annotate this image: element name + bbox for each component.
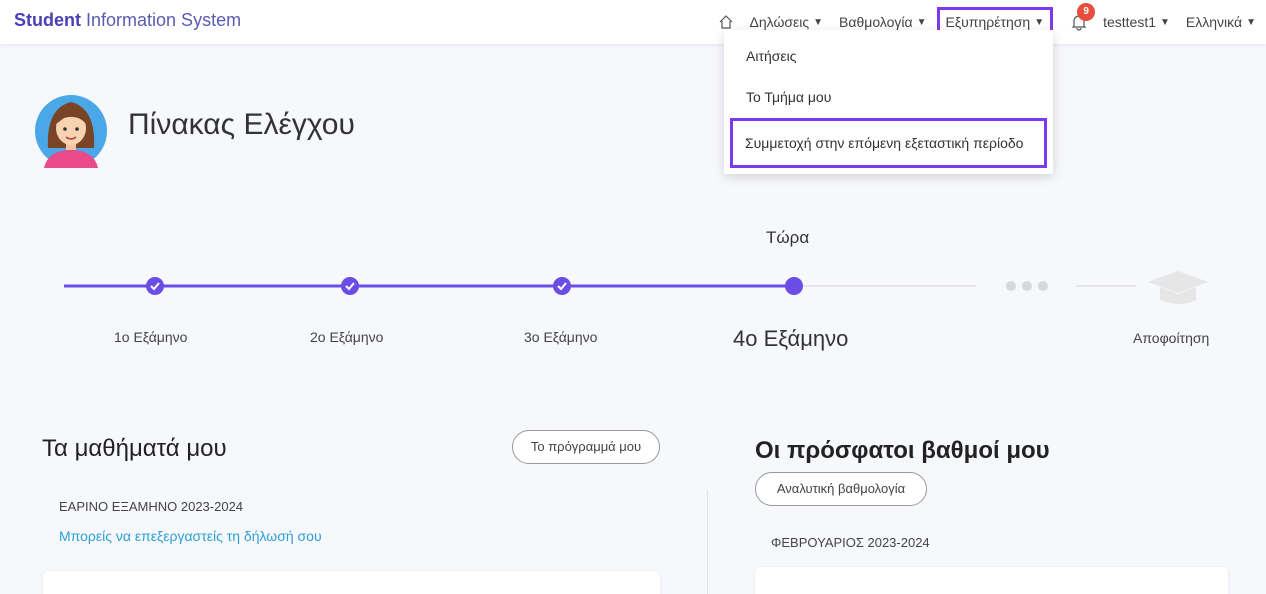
dropdown-item-applications[interactable]: Αιτήσεις — [724, 36, 1053, 77]
page-title: Πίνακας Ελέγχου — [128, 108, 355, 141]
grades-period: ΦΕΒΡΟΥΑΡΙΟΣ 2023-2024 — [771, 535, 930, 550]
brand-logo[interactable]: Student Information System — [14, 10, 241, 31]
user-name: testtest1 — [1103, 14, 1157, 30]
chevron-down-icon: ▼ — [813, 16, 824, 28]
notifications-button[interactable]: 9 — [1071, 3, 1096, 31]
graduation-label: Αποφοίτηση — [1133, 330, 1210, 346]
semester-label-4: 4ο Εξάμηνο — [733, 326, 849, 351]
courses-title: Τα μαθήματά μου — [42, 435, 227, 462]
edit-declaration-link[interactable]: Μπορείς να επεξεργαστείς τη δήλωσή σου — [59, 528, 322, 544]
chevron-down-icon: ▼ — [1034, 16, 1045, 28]
checkpoint-2 — [341, 277, 359, 295]
now-label: Τώρα — [766, 228, 810, 247]
semester-label-2: 2ο Εξάμηνο — [310, 329, 384, 345]
courses-semester: ΕΑΡΙΝΟ ΕΞΑΜΗΝΟ 2023-2024 — [59, 499, 244, 514]
graduation-cap-icon — [1148, 271, 1208, 304]
chevron-down-icon: ▼ — [1246, 16, 1256, 28]
checkpoint-3 — [553, 277, 571, 295]
menu-services-label: Εξυπηρέτηση — [945, 14, 1031, 30]
menu-grading-label: Βαθμολογία — [839, 14, 913, 30]
menu-declarations[interactable]: Δηλώσεις ▼ — [750, 14, 824, 30]
detailed-grades-button[interactable]: Αναλυτική βαθμολογία — [755, 472, 927, 506]
dropdown-item-exam-participation[interactable]: Συμμετοχή στην επόμενη εξεταστική περίοδ… — [730, 118, 1047, 168]
section-divider — [707, 490, 708, 594]
notification-badge: 9 — [1077, 3, 1096, 21]
menu-declarations-label: Δηλώσεις — [749, 14, 810, 30]
schedule-button[interactable]: Το πρόγραμμά μου — [512, 430, 660, 464]
avatar — [35, 95, 107, 168]
semester-label-3: 3ο Εξάμηνο — [524, 329, 598, 345]
semester-timeline — [64, 271, 1208, 304]
home-icon — [719, 15, 732, 29]
grades-card — [755, 567, 1228, 594]
courses-card — [43, 571, 660, 594]
semester-label-1: 1ο Εξάμηνο — [114, 329, 188, 345]
brand-strong: Student — [14, 10, 81, 30]
language-label: Ελληνικά — [1185, 14, 1243, 30]
top-navbar: Student Information System Δηλώσεις ▼ Βα… — [0, 0, 1266, 44]
menu-grading[interactable]: Βαθμολογία ▼ — [839, 14, 927, 30]
checkpoint-current — [785, 277, 803, 295]
chevron-down-icon: ▼ — [1160, 16, 1170, 28]
services-dropdown: Αιτήσεις Το Τμήμα μου Συμμετοχή στην επό… — [724, 30, 1053, 174]
ellipsis-icon — [1006, 281, 1048, 291]
brand-light: Information System — [86, 10, 242, 30]
home-link[interactable] — [718, 14, 734, 30]
dropdown-item-my-department[interactable]: Το Τμήμα μου — [724, 77, 1053, 118]
checkpoint-1 — [146, 277, 164, 295]
user-menu[interactable]: testtest1 ▼ — [1103, 14, 1170, 30]
chevron-down-icon: ▼ — [916, 16, 927, 28]
grades-title: Οι πρόσφατοι βαθμοί μου — [755, 437, 1050, 464]
language-menu[interactable]: Ελληνικά ▼ — [1186, 14, 1256, 30]
